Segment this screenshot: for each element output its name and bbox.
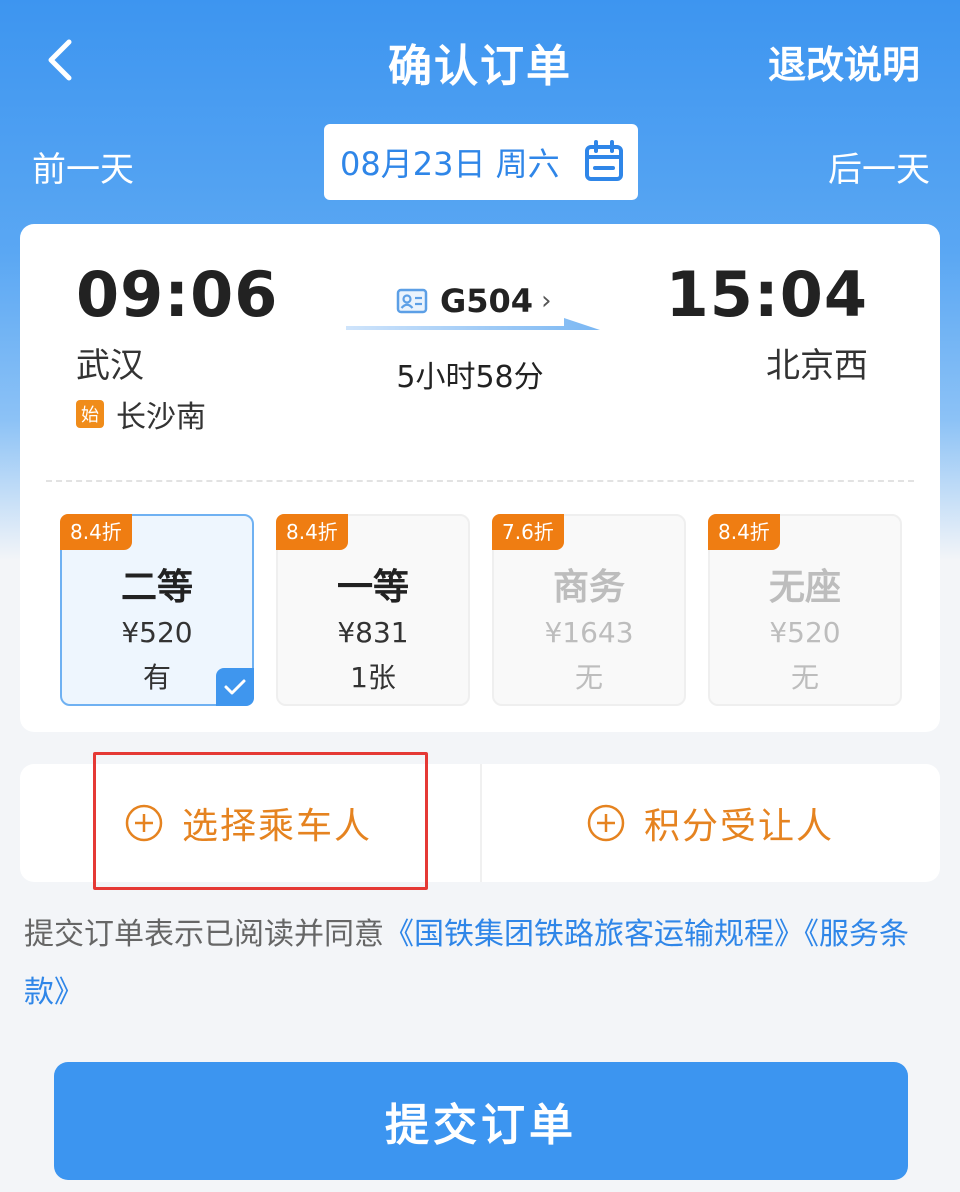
seat-option-no-seat[interactable]: 8.4折 无座 ¥520 无 bbox=[708, 514, 902, 706]
submit-order-button[interactable]: 提交订单 bbox=[54, 1062, 908, 1180]
seat-class-name: 无座 bbox=[768, 567, 841, 608]
seat-class-name: 二等 bbox=[120, 567, 193, 608]
check-icon bbox=[216, 668, 254, 706]
seat-option-business-class[interactable]: 7.6折 商务 ¥1643 无 bbox=[492, 514, 686, 706]
date-navigation: 前一天 08月23日 周六 后一天 bbox=[0, 124, 960, 200]
discount-badge: 8.4折 bbox=[60, 514, 132, 550]
next-day-button[interactable]: 后一天 bbox=[828, 142, 930, 191]
seat-option-first-class[interactable]: 8.4折 一等 ¥831 1张 bbox=[276, 514, 470, 706]
seat-class-name: 一等 bbox=[336, 567, 409, 608]
seat-availability: 无 bbox=[790, 661, 819, 694]
add-circle-icon bbox=[587, 804, 625, 842]
header-bar: 确认订单 退改说明 bbox=[0, 0, 960, 120]
dashed-divider bbox=[46, 480, 914, 482]
departure-station: 武汉 bbox=[76, 346, 144, 386]
arrival-time: 15:04 bbox=[665, 258, 868, 331]
train-number: G504 bbox=[440, 282, 534, 320]
points-transferee-button[interactable]: 积分受让人 bbox=[586, 764, 834, 882]
seat-availability: 1张 bbox=[350, 661, 396, 694]
origin-badge: 始 bbox=[76, 400, 104, 428]
seat-price: ¥520 bbox=[121, 616, 193, 649]
railway-rules-link[interactable]: 《国铁集团铁路旅客运输规程》 bbox=[384, 917, 804, 952]
origin-station-row: 始 长沙南 bbox=[76, 392, 206, 436]
train-info-card: 09:06 武汉 始 长沙南 G504 › 5小时58分 15:04 北京西 8… bbox=[20, 224, 940, 732]
route-arrow-icon bbox=[346, 318, 600, 330]
highlight-box bbox=[93, 752, 428, 890]
seat-availability: 无 bbox=[574, 661, 603, 694]
calendar-icon bbox=[585, 140, 623, 181]
seat-price: ¥1643 bbox=[544, 616, 634, 649]
prev-day-button[interactable]: 前一天 bbox=[32, 142, 134, 191]
discount-badge: 7.6折 bbox=[492, 514, 564, 550]
trip-duration: 5小时58分 bbox=[396, 360, 544, 395]
refund-info-link[interactable]: 退改说明 bbox=[768, 34, 920, 89]
seat-price: ¥520 bbox=[769, 616, 841, 649]
train-number-link[interactable]: G504 › bbox=[396, 282, 551, 320]
seat-class-name: 商务 bbox=[552, 567, 625, 608]
discount-badge: 8.4折 bbox=[276, 514, 348, 550]
agreement-text: 提交订单表示已阅读并同意《国铁集团铁路旅客运输规程》《服务条款》 bbox=[24, 906, 924, 1022]
arrival-station: 北京西 bbox=[766, 346, 868, 386]
seat-price: ¥831 bbox=[337, 616, 409, 649]
discount-badge: 8.4折 bbox=[708, 514, 780, 550]
selected-date: 08月23日 周六 bbox=[340, 145, 560, 183]
points-transferee-label: 积分受让人 bbox=[644, 806, 835, 847]
chevron-right-icon: › bbox=[541, 286, 552, 316]
seat-option-second-class[interactable]: 8.4折 二等 ¥520 有 bbox=[60, 514, 254, 706]
agreement-prefix: 提交订单表示已阅读并同意 bbox=[24, 917, 384, 952]
departure-time: 09:06 bbox=[76, 258, 279, 331]
origin-station: 长沙南 bbox=[116, 400, 206, 435]
vertical-divider bbox=[480, 764, 482, 882]
id-card-icon bbox=[396, 288, 428, 314]
date-picker[interactable]: 08月23日 周六 bbox=[324, 124, 638, 200]
